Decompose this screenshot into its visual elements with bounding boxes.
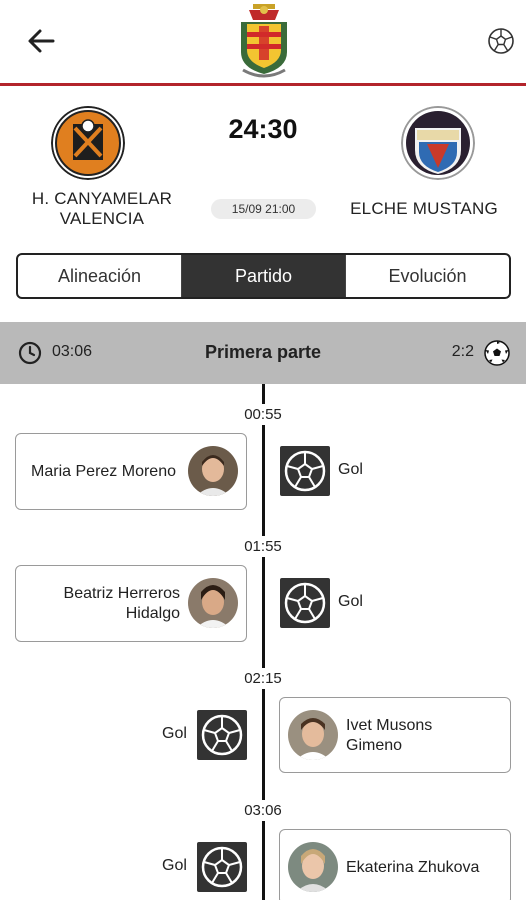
home-team-logo	[51, 106, 125, 180]
player-name: Maria Perez Moreno	[31, 463, 176, 480]
event-player-card[interactable]: Beatriz Herreros Hidalgo	[15, 565, 247, 642]
tab-partido[interactable]: Partido	[182, 255, 346, 297]
period-header: 03:06 Primera parte 2:2	[0, 322, 526, 384]
tab-evolucion[interactable]: Evolución	[346, 255, 509, 297]
event-minute: 03:06	[213, 800, 313, 821]
away-team-logo	[401, 106, 475, 180]
match-score: 24:30	[228, 114, 298, 144]
player-avatar	[288, 710, 338, 760]
goal-ball-icon	[280, 446, 330, 496]
player-name-line2: Gimeno	[346, 737, 403, 754]
player-name-line1: Beatriz Herreros	[63, 585, 180, 602]
soccer-ball-icon	[488, 28, 514, 54]
tab-alineacion[interactable]: Alineación	[18, 255, 182, 297]
player-name: Ekaterina Zhukova	[346, 859, 480, 876]
player-name-line2: Hidalgo	[125, 605, 180, 622]
player-avatar	[188, 578, 238, 628]
app-header	[0, 0, 526, 86]
player-name-line1: Ivet Musons	[346, 717, 433, 734]
period-title: Primera parte	[204, 342, 322, 362]
event-player-card[interactable]: Ivet Musons Gimeno	[279, 697, 511, 773]
match-tabs: Alineación Partido Evolución	[16, 253, 511, 299]
goal-ball-icon	[197, 842, 247, 892]
period-score: 2:2	[451, 343, 474, 360]
player-avatar	[188, 446, 238, 496]
home-team-name: H. CANYAMELAR VALENCIA	[31, 189, 173, 228]
event-player-card[interactable]: Maria Perez Moreno	[15, 433, 247, 510]
goal-ball-icon	[280, 578, 330, 628]
away-team-name: ELCHE MUSTANG	[350, 199, 498, 218]
player-avatar	[288, 842, 338, 892]
event-type-label: Gol	[338, 461, 363, 478]
event-type-label: Gol	[162, 725, 187, 742]
club-crest-icon	[235, 2, 293, 80]
soccer-ball-icon	[484, 340, 510, 366]
timeline-line	[262, 384, 265, 900]
event-player-card[interactable]: Ekaterina Zhukova	[279, 829, 511, 900]
match-datetime: 15/09 21:00	[211, 199, 316, 219]
event-minute: 02:15	[213, 668, 313, 689]
event-type-label: Gol	[338, 593, 363, 610]
event-minute: 00:55	[213, 404, 313, 425]
back-button[interactable]	[22, 24, 62, 58]
soccer-ball-button[interactable]	[486, 26, 516, 56]
arrow-left-icon	[28, 29, 55, 53]
event-type-label: Gol	[162, 857, 187, 874]
goal-ball-icon	[197, 710, 247, 760]
event-minute: 01:55	[213, 536, 313, 557]
